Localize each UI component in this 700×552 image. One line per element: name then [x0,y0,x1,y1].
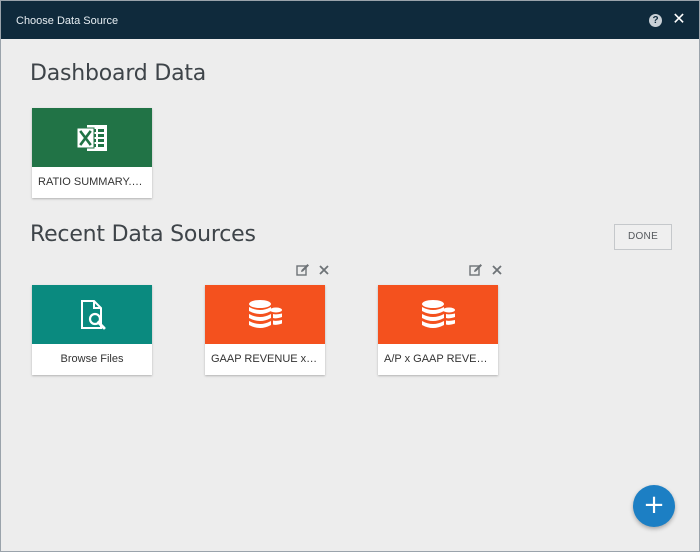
dashboard-tile-ratio-summary[interactable]: RATIO SUMMARY.xl... [32,108,152,198]
recent-data-sources-heading: Recent Data Sources [30,222,256,247]
tile-actions-gaap-revenue [296,263,330,277]
dialog-titlebar: Choose Data Source ? ✕ [1,1,699,39]
recent-tile-browse-files[interactable]: Browse Files [32,285,152,375]
tile-label: GAAP REVENUE x A/P [211,353,325,365]
database-icon [249,299,282,328]
database-icon [422,299,455,328]
help-icon[interactable]: ? [649,14,662,27]
add-data-source-button[interactable]: + [633,485,675,527]
recent-tile-gaap-revenue-x-ap[interactable]: GAAP REVENUE x A/P [205,285,325,375]
dashboard-data-heading: Dashboard Data [30,61,207,86]
tile-thumbnail [32,108,152,167]
tile-actions-ap-gaap-revenue [469,263,503,277]
edit-icon[interactable] [469,263,483,277]
tile-thumbnail [32,285,152,344]
remove-icon[interactable] [491,263,503,277]
tile-label: RATIO SUMMARY.xl... [38,176,149,188]
tile-label: A/P x GAAP REVENUE [384,353,498,365]
done-button[interactable]: DONE [614,224,672,250]
recent-tile-ap-x-gaap-revenue[interactable]: A/P x GAAP REVENUE [378,285,498,375]
dialog-title: Choose Data Source [16,15,119,27]
tile-label: Browse Files [60,353,124,365]
close-icon[interactable]: ✕ [671,11,687,29]
tile-thumbnail [378,285,498,344]
edit-icon[interactable] [296,263,310,277]
tile-thumbnail [205,285,325,344]
browse-files-icon [81,299,106,329]
choose-data-source-dialog: Choose Data Source ? ✕ Dashboard Data RA… [0,0,700,552]
excel-icon [76,124,107,151]
remove-icon[interactable] [318,263,330,277]
